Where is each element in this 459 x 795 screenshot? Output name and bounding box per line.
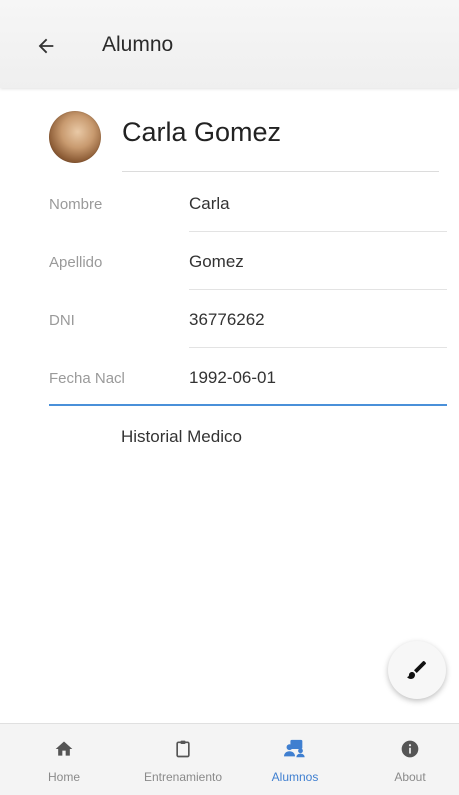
apellido-field[interactable]: Gomez	[189, 252, 244, 272]
bottom-navigation: Home Entrenamiento Alumnos About	[0, 723, 459, 795]
arrow-left-icon	[38, 38, 54, 54]
avatar	[49, 111, 101, 163]
brush-icon	[407, 661, 426, 679]
field-divider-active	[49, 404, 447, 406]
historial-medico-link[interactable]: Historial Medico	[121, 427, 242, 447]
home-icon-wrap	[54, 738, 74, 760]
field-row-dni: DNI 36776262	[49, 290, 447, 348]
dni-field[interactable]: 36776262	[189, 310, 265, 330]
student-full-name: Carla Gomez	[122, 117, 282, 147]
people-icon	[284, 739, 305, 758]
app-bar: Alumno	[0, 0, 459, 88]
field-label: Fecha Nacl	[49, 370, 125, 387]
people-icon-wrap	[282, 738, 308, 760]
edit-fab-button[interactable]	[388, 641, 446, 699]
nav-label-alumnos: Alumnos	[271, 770, 319, 784]
field-row-nombre: Nombre Carla	[49, 174, 447, 232]
nav-label-home: Home	[47, 770, 80, 784]
nombre-field[interactable]: Carla	[189, 194, 230, 214]
nav-item-alumnos[interactable]: Alumnos	[252, 724, 338, 795]
clipboard-icon	[176, 740, 190, 758]
back-button[interactable]	[28, 30, 64, 62]
field-label: Nombre	[49, 196, 103, 213]
clipboard-icon-wrap	[173, 738, 193, 760]
field-row-fecha-nacimiento: Fecha Nacl 1992-06-01	[49, 348, 447, 406]
header-divider	[122, 171, 439, 172]
info-icon-wrap	[400, 738, 420, 760]
screen: Alumno Carla Gomez Nombre Carla Apellido…	[0, 0, 459, 795]
nav-item-about[interactable]: About	[384, 724, 436, 795]
field-row-apellido: Apellido Gomez	[49, 232, 447, 290]
nav-label-about: About	[394, 770, 426, 784]
nav-label-entrenamiento: Entrenamiento	[143, 770, 223, 784]
info-icon	[401, 740, 419, 758]
fecha-nacimiento-field[interactable]: 1992-06-01	[189, 368, 276, 388]
page-title: Alumno	[102, 33, 174, 56]
field-label: Apellido	[49, 254, 103, 271]
home-icon	[55, 741, 73, 756]
field-label: DNI	[49, 312, 75, 329]
nav-item-home[interactable]: Home	[36, 724, 92, 795]
nav-item-entrenamiento[interactable]: Entrenamiento	[120, 724, 246, 795]
